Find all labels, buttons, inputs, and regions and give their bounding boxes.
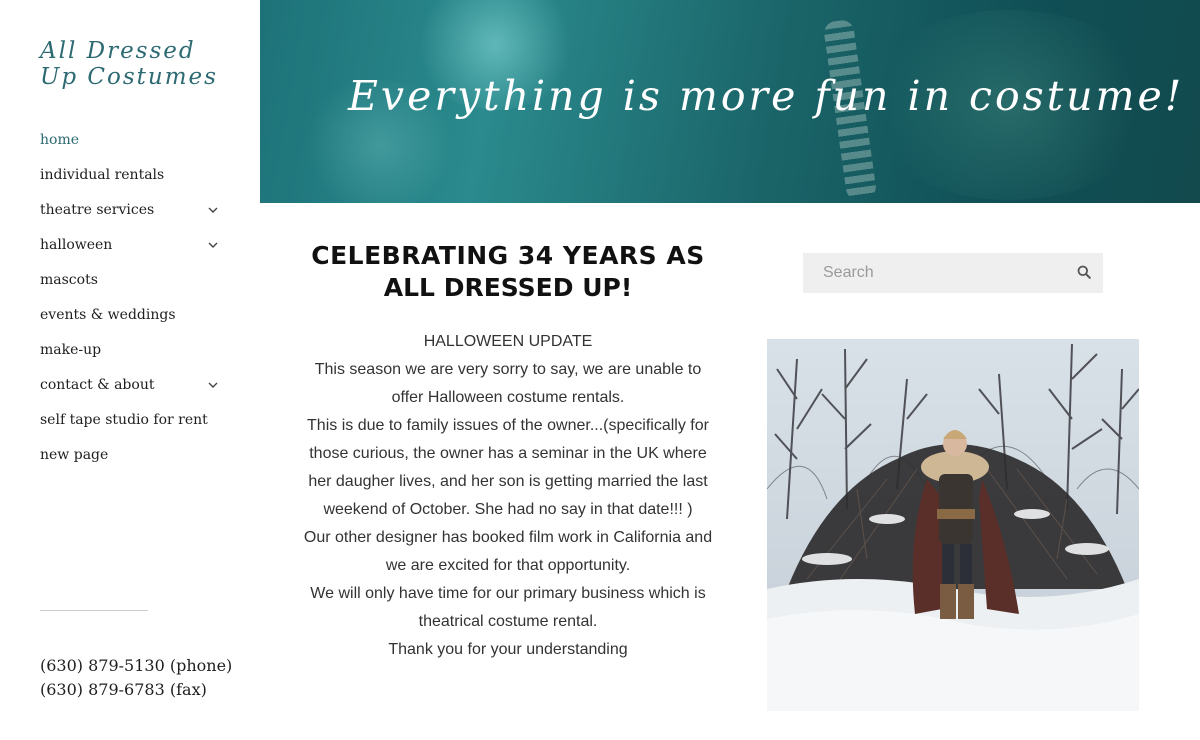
nav-item-individual-rentals[interactable]: individual rentals [40,157,220,192]
banner-tagline: Everything is more fun in costume! [348,72,1185,120]
main-nav: home individual rentals theatre services… [40,122,220,472]
page-heading-line-2: ALL DRESSED UP! [383,273,633,302]
search-box [803,253,1103,293]
nav-item-label: individual rentals [40,166,165,183]
chevron-down-icon[interactable] [206,203,220,217]
sidebar: All Dressed Up Costumes home individual … [0,0,260,740]
announcement-text: HALLOWEEN UPDATE This season we are very… [300,328,716,664]
announcement-title: HALLOWEEN UPDATE [423,333,593,350]
nav-item-self-tape-studio[interactable]: self tape studio for rent [40,402,220,437]
chevron-down-icon[interactable] [206,238,220,252]
nav-item-label: contact & about [40,376,155,393]
sidebar-divider [40,610,148,611]
phone-number[interactable]: (630) 879-5130 (phone) [40,654,232,678]
logo-line-1: All Dressed [40,38,196,64]
contact-info: (630) 879-5130 (phone) (630) 879-6783 (f… [40,654,232,702]
logo-line-2: Up Costumes [40,64,218,90]
announcement-paragraph: Thank you for your understanding [388,641,628,658]
nav-item-theatre-services[interactable]: theatre services [40,192,220,227]
chevron-down-icon[interactable] [206,378,220,392]
announcement-paragraph: This season we are very sorry to say, we… [314,361,702,406]
costume-photo-illustration [767,339,1139,711]
nav-item-new-page[interactable]: new page [40,437,220,472]
nav-item-contact-about[interactable]: contact & about [40,367,220,402]
fax-number: (630) 879-6783 (fax) [40,680,207,699]
page-heading-line-1: CELEBRATING 34 YEARS AS [311,241,705,270]
search-icon[interactable] [1077,264,1091,283]
announcement-paragraph: We will only have time for our primary b… [310,585,706,630]
nav-item-make-up[interactable]: make-up [40,332,220,367]
nav-item-label: home [40,131,80,148]
site-logo[interactable]: All Dressed Up Costumes [40,38,240,90]
nav-item-label: mascots [40,271,98,288]
nav-item-halloween[interactable]: halloween [40,227,220,262]
announcement-paragraph: This is due to family issues of the owne… [307,417,709,518]
nav-item-label: events & weddings [40,306,176,323]
nav-item-label: halloween [40,236,113,253]
main-content: CELEBRATING 34 YEARS AS ALL DRESSED UP! … [300,240,716,664]
nav-item-label: theatre services [40,201,155,218]
nav-item-label: self tape studio for rent [40,411,208,428]
nav-item-home[interactable]: home [40,122,220,157]
nav-item-label: new page [40,446,109,463]
announcement-paragraph: Our other designer has booked film work … [303,529,713,574]
search-input[interactable] [823,264,1063,282]
nav-item-mascots[interactable]: mascots [40,262,220,297]
header-banner: Everything is more fun in costume! [260,0,1200,203]
nav-item-events-weddings[interactable]: events & weddings [40,297,220,332]
featured-costume-photo [767,339,1139,711]
nav-item-label: make-up [40,341,102,358]
